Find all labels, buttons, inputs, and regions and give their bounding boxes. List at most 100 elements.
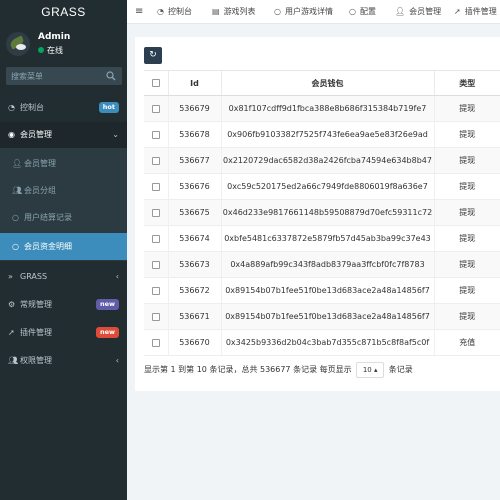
list-icon: ▤ <box>212 7 220 16</box>
row-checkbox-cell <box>144 225 168 252</box>
row-checkbox[interactable] <box>151 234 160 243</box>
table-row[interactable]: 536673 0x4a889afb99c343f8adb8379aa3ffcbf0… <box>144 251 500 278</box>
cell-id: 536672 <box>167 277 221 304</box>
table-row[interactable]: 536677 0x2120729dac6582d38a2426fcba74594e… <box>144 147 500 174</box>
page-size-dropdown[interactable]: 10 ▴ <box>356 362 385 378</box>
row-checkbox-cell <box>144 121 168 148</box>
dashboard-icon: ◔ <box>157 7 164 16</box>
cell-wallet: 0x2120729dac6582d38a2426fcba74594e634b8b… <box>220 147 434 174</box>
user-icon: 👤︎ <box>12 159 23 168</box>
cell-id: 536671 <box>167 303 221 330</box>
sidebar-subitem-label: 会员资金明细 <box>24 242 72 251</box>
menu-toggle-icon[interactable]: ≡ <box>135 0 143 24</box>
sidebar-subitem-member-groups[interactable]: 👥︎ 会员分组 <box>0 177 127 204</box>
cell-id: 536675 <box>167 199 221 226</box>
cell-type[interactable]: 提现 <box>433 147 500 174</box>
table-row[interactable]: 536670 0x3425b9336d2b04c3bab7d355c871b5c8… <box>144 329 500 356</box>
row-checkbox[interactable] <box>151 130 160 139</box>
row-checkbox[interactable] <box>151 312 160 321</box>
gears-icon: ⚙ <box>8 300 16 309</box>
row-checkbox-cell <box>144 199 168 226</box>
cell-wallet: 0x46d233e9817661148b59508879d70efc59311c… <box>220 199 434 226</box>
table-row[interactable]: 536676 0xc59c520175ed2a66c7949fde8806019f… <box>144 173 500 200</box>
online-dot-icon <box>38 46 44 53</box>
top-tab-config[interactable]: ○ 配置 <box>349 0 376 24</box>
chevron-left-icon: ‹ <box>115 272 119 281</box>
top-tab-dashboard[interactable]: ◔ 控制台 <box>157 0 192 24</box>
table-row[interactable]: 536671 0x89154b07b1fee51f0be13d683ace2a48… <box>144 303 500 330</box>
row-checkbox[interactable] <box>151 260 160 269</box>
sidebar-item-label: GRASS <box>20 272 48 281</box>
sidebar-item-general[interactable]: ⚙ 常规管理 new <box>0 292 127 318</box>
pagination-summary: 显示第 1 到第 10 条记录，总共 536677 条记录 每页显示 <box>144 365 352 374</box>
cell-type[interactable]: 提现 <box>433 199 500 226</box>
row-checkbox-cell <box>144 277 168 304</box>
cell-type[interactable]: 提现 <box>433 225 500 252</box>
cell-type[interactable]: 提现 <box>433 277 500 304</box>
cell-type[interactable]: 提现 <box>433 173 500 200</box>
refresh-button[interactable]: ↻ <box>144 47 162 64</box>
circle-icon: ○ <box>12 213 19 222</box>
refresh-icon: ↻ <box>149 50 157 60</box>
sidebar-item-label: 常规管理 <box>20 300 52 309</box>
column-header-type[interactable]: 类型 <box>433 70 500 96</box>
top-tab-game-list[interactable]: ▤ 游戏列表 <box>212 0 256 24</box>
column-header-wallet[interactable]: 会员钱包 <box>220 70 434 96</box>
sidebar-subitem-member-management[interactable]: 👤︎ 会员管理 <box>0 150 127 177</box>
sidebar-subitem-fund-details[interactable]: ○ 会员资金明细 <box>0 233 127 260</box>
rocket-icon: ➚ <box>8 328 15 337</box>
top-tab-user-game-details[interactable]: ○ 用户游戏详情 <box>274 0 333 24</box>
row-checkbox[interactable] <box>151 286 160 295</box>
sidebar-item-permissions[interactable]: 👥︎ 权限管理 ‹ <box>0 348 127 374</box>
row-checkbox[interactable] <box>151 182 160 191</box>
new-badge: new <box>95 327 119 338</box>
table-row[interactable]: 536672 0x89154b07b1fee51f0be13d683ace2a48… <box>144 277 500 304</box>
select-all-checkbox[interactable] <box>151 79 160 87</box>
members-submenu: 👤︎ 会员管理 👥︎ 会员分组 ○ 用户结算记录 ○ 会员资金明细 <box>0 148 127 261</box>
cell-type[interactable]: 提现 <box>433 95 500 122</box>
avatar[interactable] <box>6 32 30 56</box>
circle-icon: ○ <box>274 7 281 16</box>
new-badge: new <box>95 299 119 310</box>
cell-type[interactable]: 提现 <box>433 303 500 330</box>
cell-wallet: 0x3425b9336d2b04c3bab7d355c871b5c8f8af5c… <box>220 329 434 356</box>
column-header-id[interactable]: Id <box>167 70 221 96</box>
top-tab-plugins[interactable]: ➚ 插件管理 <box>454 0 497 24</box>
app-logo[interactable]: GRASS <box>0 0 127 24</box>
top-tab-members[interactable]: 👤︎ 会员管理 <box>395 0 441 24</box>
table-row[interactable]: 536675 0x46d233e9817661148b59508879d70efc… <box>144 199 500 226</box>
pagination-suffix: 条记录 <box>388 365 413 374</box>
search-icon[interactable] <box>106 71 116 81</box>
sidebar-item-grass[interactable]: » GRASS ‹ <box>0 264 127 290</box>
cell-wallet: 0x89154b07b1fee51f0be13d683ace2a48a14856… <box>220 277 434 304</box>
top-tab-label: 插件管理 <box>464 7 497 16</box>
table-row[interactable]: 536678 0x906fb9103382f7525f743fe6ea9ae5e8… <box>144 121 500 148</box>
cell-id: 536678 <box>167 121 221 148</box>
row-checkbox[interactable] <box>151 156 160 165</box>
cell-id: 536677 <box>167 147 221 174</box>
cell-wallet: 0xc59c520175ed2a66c7949fde8806019f8a636e… <box>220 173 434 200</box>
sidebar-subitem-settlement-records[interactable]: ○ 用户结算记录 <box>0 204 127 231</box>
top-tab-label: 配置 <box>359 7 376 16</box>
top-tab-label: 用户游戏详情 <box>284 7 333 16</box>
table-header-row: Id 会员钱包 类型 <box>144 70 500 96</box>
table-row[interactable]: 536679 0x81f107cdff9d1fbca388e8b686f31538… <box>144 95 500 122</box>
sidebar-item-plugins[interactable]: ➚ 插件管理 new <box>0 320 127 346</box>
sidebar-item-members[interactable]: ◉ 会员管理 ⌄ <box>0 122 127 148</box>
search-input[interactable] <box>6 67 102 85</box>
row-checkbox[interactable] <box>151 104 160 113</box>
cell-id: 536676 <box>167 173 221 200</box>
cell-wallet: 0xbfe5481c6337872e5879fb57d45ab3ba99c37e… <box>220 225 434 252</box>
cell-id: 536674 <box>167 225 221 252</box>
table-row[interactable]: 536674 0xbfe5481c6337872e5879fb57d45ab3ba… <box>144 225 500 252</box>
cell-type[interactable]: 提现 <box>433 121 500 148</box>
sidebar-item-label: 控制台 <box>20 103 44 112</box>
row-checkbox[interactable] <box>151 208 160 217</box>
cell-type[interactable]: 提现 <box>433 251 500 278</box>
user-panel: Admin 在线 <box>0 24 127 66</box>
sidebar-item-label: 插件管理 <box>20 328 52 337</box>
row-checkbox[interactable] <box>151 338 160 347</box>
sidebar-item-dashboard[interactable]: ◔ 控制台 hot <box>0 95 127 121</box>
cell-wallet: 0x4a889afb99c343f8adb8379aa3ffcbf0fc7f87… <box>220 251 434 278</box>
select-all-checkbox-cell <box>144 70 168 96</box>
